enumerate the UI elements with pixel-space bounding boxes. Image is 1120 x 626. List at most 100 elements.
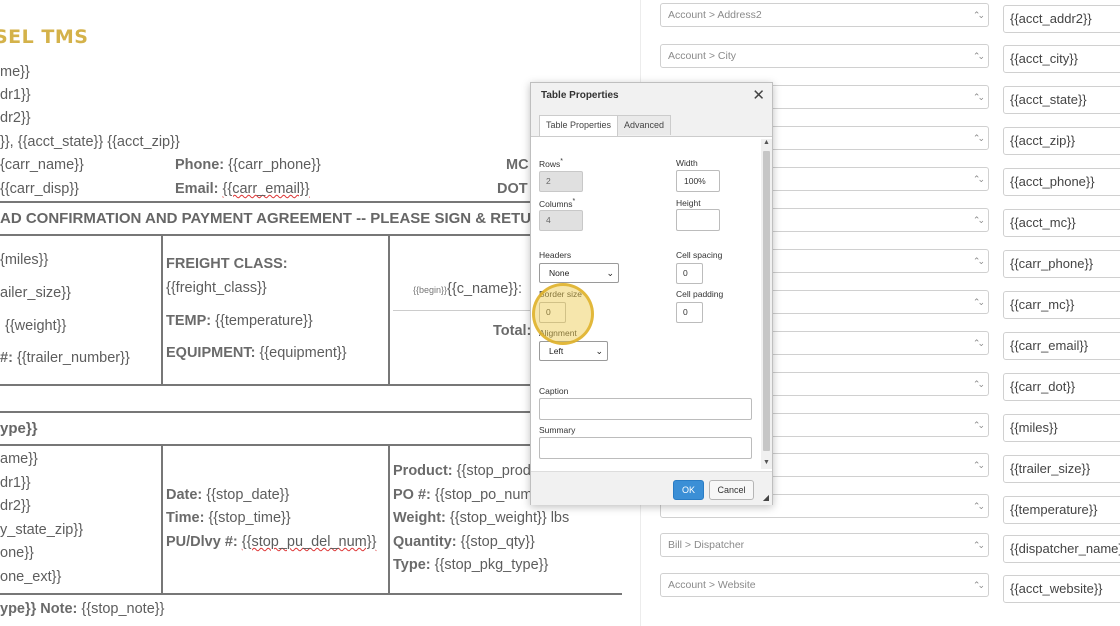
columns-field[interactable]: 4 xyxy=(539,210,583,231)
doc-stop-po-value: {{stop_po_num xyxy=(434,487,533,503)
scrollbar-thumb[interactable] xyxy=(763,151,770,451)
mapping-row: Account > Website ⌃⌄ {{acct_website}} xyxy=(660,573,1120,605)
ok-button[interactable]: OK xyxy=(673,480,704,500)
doc-total-label: Total: xyxy=(493,323,532,339)
cell-spacing-field[interactable]: 0 xyxy=(676,263,703,284)
doc-stop-type-label: Type: xyxy=(393,557,431,573)
required-mark: * xyxy=(560,158,563,165)
doc-stop-weight-value: {{stop_weight}} lbs xyxy=(449,510,570,526)
doc-table-border xyxy=(388,444,390,594)
mapping-token-input[interactable]: {{acct_phone}} xyxy=(1003,168,1120,196)
close-icon[interactable]: ✕ xyxy=(752,86,765,104)
doc-stop-date: Date: {{stop_date}} xyxy=(166,487,289,503)
dialog-scrollbar[interactable]: ▲ ▼ xyxy=(761,139,772,469)
mapping-token-input[interactable]: {{acct_state}} xyxy=(1003,86,1120,114)
mapping-token-input[interactable]: {{carr_phone}} xyxy=(1003,250,1120,278)
columns-label-text: Columns xyxy=(539,198,573,209)
select-arrows-icon: ⌃⌄ xyxy=(972,297,985,307)
mapping-token-input[interactable]: {{miles}} xyxy=(1003,414,1120,442)
dialog-header[interactable]: Table Properties ✕ xyxy=(531,83,772,111)
mapping-token-input[interactable]: {{acct_mc}} xyxy=(1003,209,1120,237)
doc-stop-note-label: ype}} Note: xyxy=(0,601,78,617)
doc-table-border xyxy=(0,384,622,386)
doc-weight: {{weight}} xyxy=(5,318,67,334)
caption-label: Caption xyxy=(539,386,569,396)
mapping-token-input[interactable]: {{carr_mc}} xyxy=(1003,291,1120,319)
doc-stop-weight: Weight: {{stop_weight}} lbs xyxy=(393,510,569,526)
mapping-row: Account > City ⌃⌄ {{acct_city}} xyxy=(660,44,1120,75)
chevron-down-icon: ⌄ xyxy=(606,268,614,278)
doc-stop-po: PO #: {{stop_po_num xyxy=(393,487,532,503)
mapping-token-input[interactable]: {{carr_email}} xyxy=(1003,332,1120,360)
caption-field[interactable] xyxy=(539,398,752,420)
doc-stop-phone-ext: one_ext}} xyxy=(0,569,62,585)
mapping-field-select[interactable]: Account > Address2 ⌃⌄ xyxy=(660,3,989,27)
doc-stop-time: Time: {{stop_time}} xyxy=(166,510,291,526)
doc-temp-value: {{temperature}} xyxy=(215,313,313,329)
mapping-token-input[interactable]: {{dispatcher_name}} xyxy=(1003,535,1120,563)
mapping-token-input[interactable]: {{acct_city}} xyxy=(1003,45,1120,73)
cell-padding-label: Cell padding xyxy=(676,289,724,299)
doc-stop-qty-label: Quantity: xyxy=(393,534,457,550)
mapping-token-input[interactable]: {{carr_dot}} xyxy=(1003,373,1120,401)
height-field[interactable] xyxy=(676,209,720,231)
mapping-field-select-value: Account > Address2 xyxy=(668,9,762,21)
mapping-field-select[interactable]: Bill > Dispatcher ⌃⌄ xyxy=(660,533,989,557)
select-arrows-icon: ⌃⌄ xyxy=(972,460,985,470)
doc-rule xyxy=(0,234,622,236)
doc-phone-value: {{carr_phone}} xyxy=(228,157,321,173)
alignment-select-value: Left xyxy=(549,346,564,356)
doc-rule xyxy=(0,201,622,203)
width-label: Width xyxy=(676,158,698,168)
rows-label: Rows* xyxy=(539,158,563,169)
width-field[interactable]: 100% xyxy=(676,170,720,192)
rows-field[interactable]: 2 xyxy=(539,171,583,192)
doc-email-label: Email: xyxy=(175,181,219,197)
cell-padding-field[interactable]: 0 xyxy=(676,302,703,323)
select-arrows-icon: ⌃⌄ xyxy=(972,215,985,225)
mapping-token-input[interactable]: {{temperature}} xyxy=(1003,496,1120,524)
doc-miles: {miles}} xyxy=(0,252,49,268)
mapping-token-input[interactable]: {{acct_website}} xyxy=(1003,575,1120,603)
cancel-button[interactable]: Cancel xyxy=(709,480,754,500)
select-arrows-icon: ⌃⌄ xyxy=(972,256,985,266)
mapping-field-select[interactable]: Account > City ⌃⌄ xyxy=(660,44,989,68)
doc-table-border xyxy=(161,444,163,594)
doc-rule xyxy=(0,444,622,446)
doc-stop-pudlvy-value: {{stop_pu_del_num}} xyxy=(241,534,377,550)
doc-trailer-number: #: {{trailer_number}} xyxy=(0,350,130,366)
alignment-select[interactable]: Left ⌄ xyxy=(539,341,608,361)
resize-handle-icon[interactable]: ◢ xyxy=(763,493,769,502)
doc-stop-product: Product: {{stop_prod xyxy=(393,463,531,479)
select-arrows-icon: ⌃⌄ xyxy=(972,338,985,348)
doc-total: Total: xyxy=(493,323,531,339)
doc-stop-type: Type: {{stop_pkg_type}} xyxy=(393,557,548,573)
tab-table-properties[interactable]: Table Properties xyxy=(539,115,619,136)
columns-label: Columns* xyxy=(539,198,575,209)
doc-dot: DOT xyxy=(497,181,528,197)
mapping-token-input[interactable]: {{acct_zip}} xyxy=(1003,127,1120,155)
document-title: SEL TMS xyxy=(0,26,89,48)
mapping-token-input[interactable]: {{trailer_size}} xyxy=(1003,455,1120,483)
mapping-field-select[interactable]: Account > Website ⌃⌄ xyxy=(660,573,989,597)
headers-select[interactable]: None ⌄ xyxy=(539,263,619,283)
doc-freight-class-value: {{freight_class}} xyxy=(166,280,267,296)
select-arrows-icon: ⌃⌄ xyxy=(972,174,985,184)
doc-stop-qty-value: {{stop_qty}} xyxy=(460,534,535,550)
select-arrows-icon: ⌃⌄ xyxy=(972,379,985,389)
mapping-token-input[interactable]: {{acct_addr2}} xyxy=(1003,5,1120,33)
tab-advanced[interactable]: Advanced xyxy=(617,115,672,135)
scroll-up-icon[interactable]: ▲ xyxy=(763,139,770,146)
doc-stop-time-label: Time: xyxy=(166,510,205,526)
select-arrows-icon: ⌃⌄ xyxy=(972,51,985,61)
doc-stop-weight-label: Weight: xyxy=(393,510,446,526)
doc-agreement-heading: AD CONFIRMATION AND PAYMENT AGREEMENT --… xyxy=(0,210,553,227)
doc-table-border xyxy=(388,234,390,386)
scroll-down-icon[interactable]: ▼ xyxy=(763,459,770,466)
doc-stop-product-label: Product: xyxy=(393,463,453,479)
summary-field[interactable] xyxy=(539,437,752,459)
doc-freight-class-label: FREIGHT CLASS: xyxy=(166,256,288,272)
doc-begin: {{begin}} xyxy=(413,285,448,295)
doc-line-city-state-zip: }}, {{acct_state}} {{acct_zip}} xyxy=(0,134,180,150)
doc-stop-addr1: dr1}} xyxy=(0,475,31,491)
